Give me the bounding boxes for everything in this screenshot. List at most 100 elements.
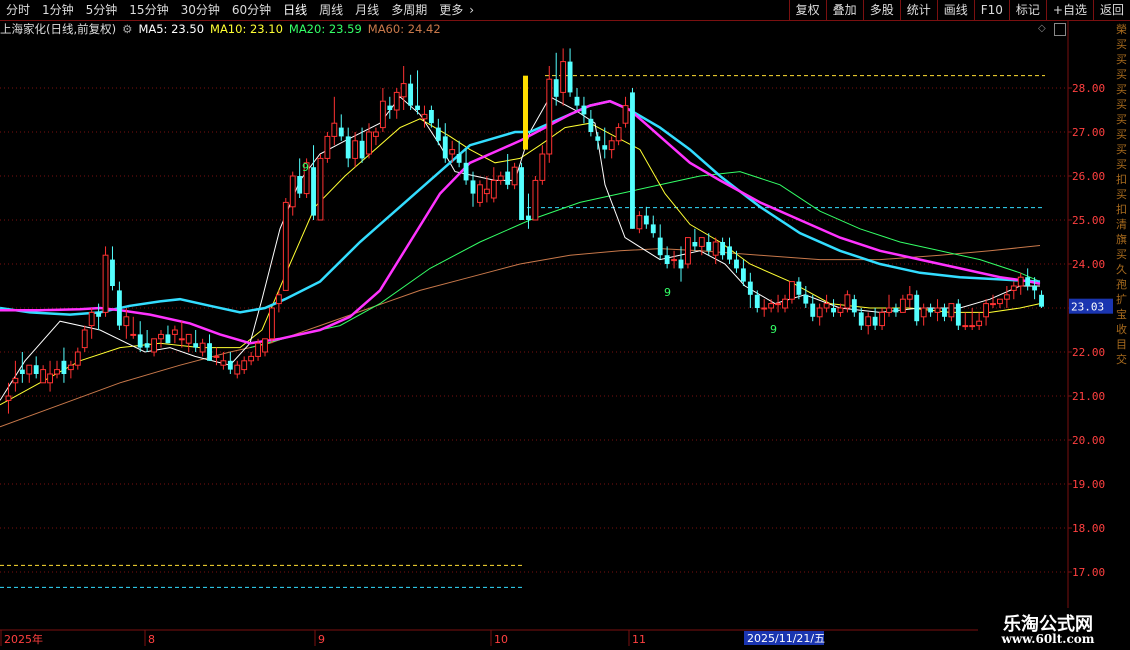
candle-body	[720, 242, 726, 256]
candle-body	[608, 140, 615, 151]
candle-body	[650, 224, 656, 234]
candle-body	[595, 136, 601, 141]
signal-char: 买	[1116, 113, 1127, 126]
candle-body	[630, 92, 635, 229]
candle-body	[102, 254, 109, 313]
ma10-line	[0, 118, 1041, 406]
td-count-marker: 9	[302, 161, 309, 174]
candle-body	[116, 290, 122, 326]
candle-body	[712, 241, 719, 256]
candle-body	[275, 294, 282, 305]
candle-body	[761, 307, 768, 310]
kline-chart[interactable]: 28.0027.0026.0025.0024.0023.0022.0021.00…	[0, 0, 1130, 650]
signal-char: 买	[1116, 188, 1127, 201]
candle-body	[678, 259, 684, 269]
candle-body	[449, 149, 456, 155]
signal-char: 买	[1116, 98, 1127, 111]
candle-body	[657, 237, 663, 256]
candle-body	[990, 303, 996, 306]
candle-body	[810, 303, 816, 317]
candle-body	[490, 179, 497, 199]
ytick-label: 17.00	[1072, 566, 1105, 579]
candle-body	[928, 308, 934, 313]
candle-body	[338, 127, 344, 137]
signal-char: 买	[1116, 38, 1127, 51]
candle-body	[255, 342, 261, 357]
ma60-line	[0, 245, 1041, 428]
candle-body	[463, 162, 469, 181]
xtick-label: 9	[318, 633, 325, 646]
xtick-label: 11	[632, 633, 646, 646]
candle-body	[782, 298, 788, 309]
candle-body	[33, 365, 39, 374]
candle-body	[373, 131, 379, 137]
candle-body	[5, 395, 12, 401]
signal-char: 买	[1116, 128, 1127, 141]
signal-char: 扣	[1116, 173, 1127, 186]
candle-body	[546, 78, 553, 155]
candle-body	[12, 377, 19, 384]
candle-body	[130, 333, 137, 336]
candle-body	[199, 342, 206, 353]
signal-char: 扣	[1116, 203, 1127, 216]
signal-char: 清	[1116, 218, 1127, 231]
signal-char: 目	[1116, 338, 1127, 351]
candle-body	[379, 100, 386, 129]
candle-body	[775, 303, 781, 306]
candle-body	[796, 281, 802, 295]
ytick-label: 22.00	[1072, 346, 1105, 359]
candle-body	[636, 215, 643, 230]
candle-body	[622, 105, 629, 124]
candle-body	[220, 360, 227, 366]
candle-body	[421, 113, 428, 120]
candle-body	[1010, 285, 1017, 291]
candle-body	[1017, 276, 1024, 287]
candle-body	[289, 175, 296, 208]
candle-body	[906, 294, 913, 300]
signal-char: 买	[1116, 68, 1127, 81]
candle-body	[588, 118, 594, 132]
candle-body	[740, 268, 746, 282]
candle-body	[345, 136, 351, 159]
candle-body	[532, 179, 539, 221]
candle-body	[144, 343, 150, 348]
signal-char: 交	[1116, 353, 1127, 366]
candle-body	[54, 369, 60, 375]
candle-body	[497, 175, 504, 181]
candle-body	[920, 307, 927, 318]
candle-body	[241, 360, 248, 371]
xtick-label: 8	[148, 633, 155, 646]
candle-body	[526, 215, 531, 220]
candle-body	[816, 307, 823, 318]
candle-body	[151, 338, 157, 353]
signal-char: 旗	[1116, 233, 1127, 246]
candle-body	[519, 167, 524, 220]
candle-body	[831, 308, 836, 313]
candle-body	[67, 364, 74, 371]
signal-char: 收	[1116, 323, 1127, 336]
candle-body	[456, 154, 462, 163]
candle-body	[803, 294, 809, 304]
candle-body	[567, 61, 573, 93]
magenta-trend-line	[0, 99, 1041, 345]
candle-body	[976, 320, 983, 327]
candle-body	[110, 259, 115, 286]
candle-body	[754, 294, 760, 308]
candle-body	[269, 307, 275, 340]
candle-body	[297, 176, 303, 194]
candle-body	[581, 105, 587, 115]
td-count-marker: 9	[664, 286, 671, 299]
candle-body	[408, 83, 414, 106]
candle-body	[26, 364, 33, 375]
candle-body	[428, 110, 434, 124]
signal-char: 久	[1116, 263, 1127, 276]
candle-body	[331, 122, 338, 137]
ytick-label: 20.00	[1072, 434, 1105, 447]
candle-body	[643, 215, 649, 225]
candle-body	[483, 188, 490, 195]
candle-body	[171, 329, 178, 335]
watermark: 乐淘公式网 www.60lt.com	[978, 608, 1130, 650]
ytick-label: 24.00	[1072, 258, 1105, 271]
candle-body	[727, 246, 732, 260]
candle-body	[227, 360, 233, 370]
